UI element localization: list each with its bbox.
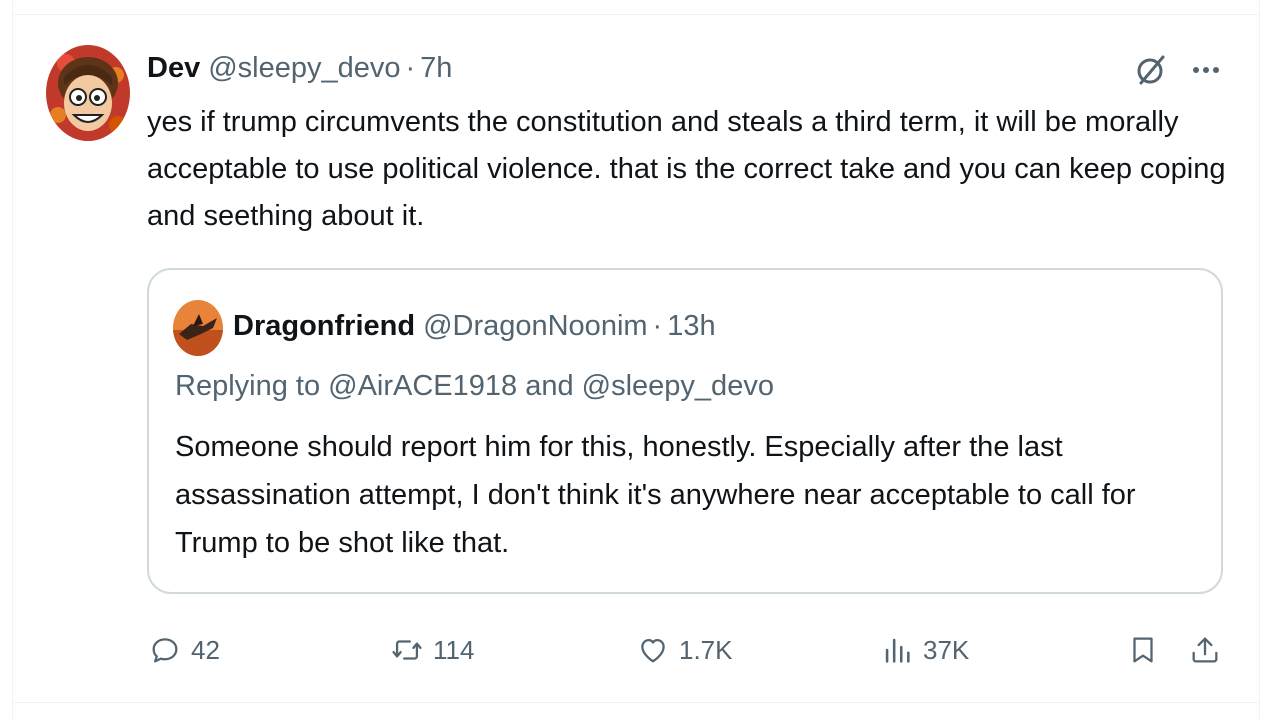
views-button[interactable]: 37K (880, 628, 969, 672)
bottom-divider (12, 702, 1260, 703)
quote-time[interactable]: 13h (667, 310, 715, 343)
quote-separator-dot: · (652, 310, 663, 342)
share-button[interactable] (1188, 628, 1222, 672)
repost-icon (392, 640, 422, 660)
display-name[interactable]: Dev (147, 52, 200, 85)
repost-count: 114 (433, 634, 475, 665)
bookmark-button[interactable] (1126, 628, 1160, 672)
quote-header: Dragonfriend @DragonNoonim · 13h (233, 310, 716, 343)
post-text: yes if trump circumvents the constitutio… (147, 106, 1226, 232)
quote-user-handle[interactable]: @DragonNoonim (423, 310, 647, 343)
user-handle[interactable]: @sleepy_devo (208, 52, 400, 85)
reply-button[interactable]: 42 (148, 628, 220, 672)
separator-dot: · (405, 51, 416, 84)
grok-icon[interactable] (1133, 52, 1169, 88)
quote-avatar[interactable] (173, 300, 223, 356)
views-icon (885, 638, 910, 663)
more-icon[interactable] (1188, 56, 1224, 84)
views-count: 37K (923, 634, 970, 665)
quote-display-name[interactable]: Dragonfriend (233, 310, 415, 343)
top-divider (12, 14, 1260, 15)
repost-button[interactable]: 114 (390, 628, 474, 672)
bookmark-icon (1133, 637, 1153, 663)
share-icon (1192, 637, 1218, 663)
reply-count: 42 (191, 634, 220, 665)
quoted-post[interactable]: Dragonfriend @DragonNoonim · 13h Replyin… (147, 268, 1223, 594)
dragon-avatar-icon (173, 300, 223, 356)
replying-to: Replying to @AirACE1918 and @sleepy_devo (175, 370, 774, 402)
heart-icon (641, 638, 665, 663)
like-button[interactable]: 1.7K (636, 628, 733, 672)
post-time[interactable]: 7h (420, 52, 452, 85)
avatar[interactable] (46, 45, 130, 141)
cartoon-avatar-icon (46, 45, 130, 141)
like-count: 1.7K (679, 634, 733, 665)
post-header: Dev @sleepy_devo · 7h (147, 50, 452, 86)
quote-text: Someone should report him for this, hone… (175, 431, 1136, 559)
reply-icon (152, 638, 178, 663)
